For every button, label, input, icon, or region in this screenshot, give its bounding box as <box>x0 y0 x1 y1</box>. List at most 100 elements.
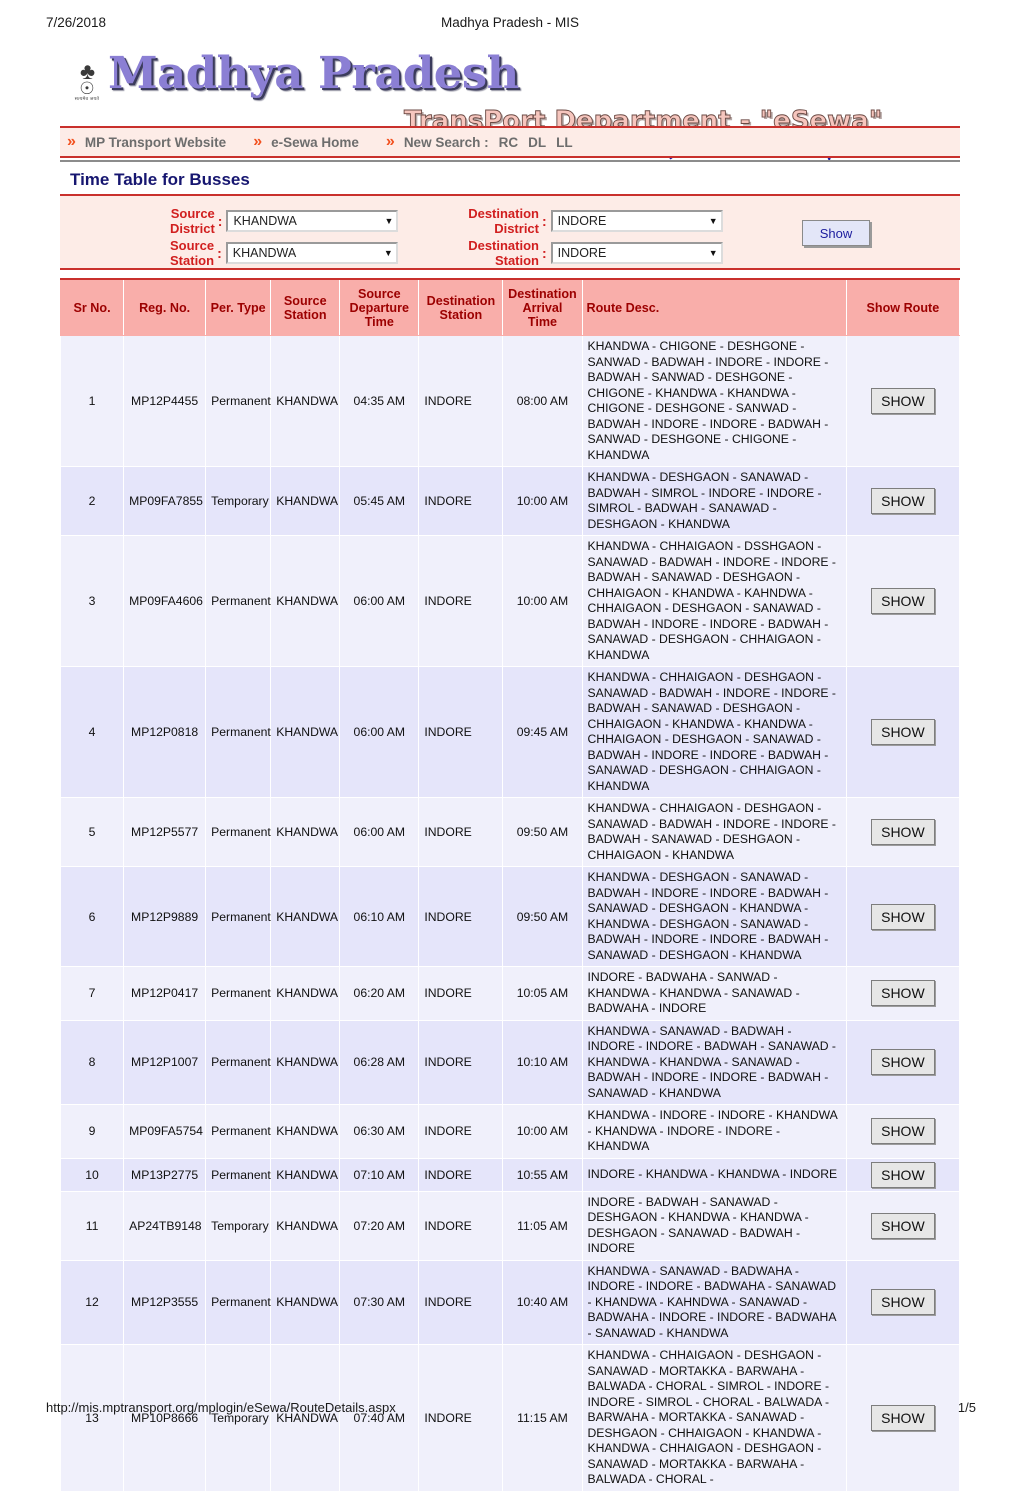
show-route-button[interactable]: SHOW <box>871 903 935 930</box>
cell-route-desc: KHANDWA - DESHGAON - SANAWAD - BADWAH - … <box>581 466 847 536</box>
destination-station-select[interactable]: INDORE ▼ <box>550 242 723 264</box>
chevron-down-icon: ▼ <box>383 248 393 258</box>
cell-per-type: Permanent <box>205 335 272 467</box>
cell-reg-no: MP09FA4606 <box>123 535 207 667</box>
nav-item-new-search: » New Search : RC DL LL <box>383 133 573 151</box>
show-route-button[interactable]: SHOW <box>871 388 935 414</box>
cell-show-route: SHOW <box>845 1190 961 1261</box>
cell-source-departure-time: 07:30 AM <box>339 1259 420 1345</box>
cell-reg-no: MP09FA5754 <box>123 1104 207 1159</box>
source-station-value: KHANDWA <box>232 246 297 260</box>
cell-source-departure-time: 06:20 AM <box>339 966 420 1021</box>
nav-label-esewa-home: e-Sewa Home <box>271 134 359 150</box>
state-emblem-icon: ♣ ☉ सत्यमेव जयते <box>74 58 100 102</box>
cell-reg-no: MP12P9889 <box>123 866 207 967</box>
show-route-button[interactable]: SHOW <box>871 1118 935 1145</box>
cell-source-departure-time: 06:00 AM <box>339 797 420 867</box>
nav-link-dl[interactable]: DL <box>528 135 546 150</box>
cell-sr-no: 13 <box>59 1344 125 1492</box>
cell-per-type: Permanent <box>205 1019 272 1105</box>
label-destination-district: Destination District <box>468 206 539 236</box>
show-button[interactable]: Show <box>802 220 870 246</box>
cell-route-desc: KHANDWA - CHHAIGAON - DESHGAON - SANAWAD… <box>581 797 847 867</box>
source-station-select[interactable]: KHANDWA ▼ <box>225 242 398 264</box>
show-route-button[interactable]: SHOW <box>871 1049 935 1076</box>
show-route-button[interactable]: SHOW <box>871 488 935 514</box>
show-route-button[interactable]: SHOW <box>871 1289 935 1316</box>
cell-source-departure-time: 05:45 AM <box>339 466 420 536</box>
show-route-button[interactable]: SHOW <box>871 819 935 845</box>
show-route-button[interactable]: SHOW <box>871 1212 935 1239</box>
cell-destination-arrival-time: 11:05 AM <box>502 1190 583 1261</box>
footer-url: http://mis.mptransport.org/mplogin/eSewa… <box>46 1400 396 1415</box>
chevron-double-right-icon: » <box>385 133 395 150</box>
cell-route-desc: INDORE - BADWAH - SANAWAD - DESHGAON - K… <box>581 1190 847 1261</box>
colon-source-station: : <box>217 245 222 261</box>
show-route-button[interactable]: SHOW <box>871 1404 935 1431</box>
cell-per-type: Permanent <box>205 666 272 798</box>
field-source-station: Source Station : KHANDWA ▼ <box>170 238 398 268</box>
show-route-button[interactable]: SHOW <box>871 1161 935 1188</box>
cell-source-departure-time: 06:00 AM <box>339 666 420 798</box>
nav-item-mp-transport-website[interactable]: » MP Transport Website <box>64 133 226 151</box>
col-header-destination-arrival-time: Destination Arrival Time <box>502 280 583 336</box>
cell-destination-station: INDORE <box>418 666 504 798</box>
cell-sr-no: 5 <box>59 797 125 867</box>
field-destination-station: Destination Station : INDORE ▼ <box>455 238 723 268</box>
cell-source-departure-time: 06:28 AM <box>339 1019 420 1105</box>
print-document-title: Madhya Pradesh - MIS <box>440 14 580 30</box>
cell-source-station: KHANDWA <box>270 866 341 967</box>
cell-per-type: Permanent <box>205 1157 272 1192</box>
cell-per-type: Permanent <box>205 797 272 867</box>
cell-show-route: SHOW <box>845 335 961 467</box>
page-root: 7/26/2018 Madhya Pradesh - MIS ♣ ☉ सत्यम… <box>0 0 1020 1492</box>
chevron-down-icon: ▼ <box>708 216 718 226</box>
cell-destination-arrival-time: 08:00 AM <box>502 335 583 467</box>
nav-link-ll[interactable]: LL <box>556 135 573 150</box>
cell-destination-station: INDORE <box>418 1344 504 1492</box>
show-route-button[interactable]: SHOW <box>871 719 935 745</box>
label-destination-station: Destination Station <box>468 238 539 268</box>
cell-route-desc: INDORE - BADWAHA - SANWAD - KHANDWA - KH… <box>581 966 847 1021</box>
nav-item-esewa-home[interactable]: » e-Sewa Home <box>250 133 359 151</box>
cell-reg-no: MP12P5577 <box>123 797 207 867</box>
cell-source-station: KHANDWA <box>270 1104 341 1159</box>
destination-district-select[interactable]: INDORE ▼ <box>550 210 723 232</box>
cell-show-route: SHOW <box>845 797 961 867</box>
show-route-button[interactable]: SHOW <box>871 588 935 614</box>
col-header-show-route: Show Route <box>845 280 961 336</box>
cell-per-type: Permanent <box>205 966 272 1021</box>
cell-per-type: Temporary <box>205 466 272 536</box>
cell-sr-no: 10 <box>59 1157 125 1192</box>
cell-reg-no: MP12P0818 <box>123 666 207 798</box>
chevron-down-icon: ▼ <box>384 216 394 226</box>
colon-destination-district: : <box>542 213 547 229</box>
table-row: 5 MP12P5577 Permanent KHANDWA 06:00 AM INDORE… <box>59 797 961 867</box>
cell-per-type: Temporary <box>205 1344 272 1492</box>
table-row: 13 MP10P8666 Temporary KHANDWA 07:40 AM INDOR… <box>59 1344 961 1492</box>
nav-link-rc[interactable]: RC <box>499 135 519 150</box>
banner-state-title: Madhya Pradesh <box>107 48 519 99</box>
cell-destination-station: INDORE <box>418 1157 504 1192</box>
cell-route-desc: KHANDWA - SANAWAD - BADWAH - INDORE - IN… <box>581 1019 847 1105</box>
table-row: 4 MP12P0818 Permanent KHANDWA 06:00 AM INDORE… <box>59 666 961 798</box>
bus-timetable-section: Sr No. Reg. No. Per. Type Source Station… <box>59 278 961 1492</box>
field-source-district: Source District : KHANDWA ▼ <box>170 206 399 236</box>
cell-route-desc: KHANDWA - CHHAIGAON - DSSHGAON - SANAWAD… <box>581 535 847 667</box>
cell-source-station: KHANDWA <box>270 797 341 867</box>
cell-destination-arrival-time: 10:00 AM <box>502 1104 583 1159</box>
cell-sr-no: 4 <box>59 666 125 798</box>
cell-source-departure-time: 07:10 AM <box>339 1157 420 1192</box>
nav-label-new-search: New Search : <box>403 134 489 150</box>
show-route-button[interactable]: SHOW <box>871 980 935 1007</box>
cell-destination-arrival-time: 09:50 AM <box>502 866 583 967</box>
cell-show-route: SHOW <box>845 466 961 536</box>
source-district-select[interactable]: KHANDWA ▼ <box>226 210 399 232</box>
table-row: 7 MP12P0417 Permanent KHANDWA 06:20 AM INDORE… <box>59 966 961 1021</box>
cell-destination-station: INDORE <box>418 1190 504 1261</box>
cell-per-type: Permanent <box>205 1259 272 1345</box>
cell-reg-no: MP13P2775 <box>123 1157 207 1192</box>
cell-source-station: KHANDWA <box>270 1157 341 1192</box>
table-row: 8 MP12P1007 Permanent KHANDWA 06:28 AM INDORE… <box>59 1019 961 1105</box>
cell-per-type: Permanent <box>205 535 272 667</box>
